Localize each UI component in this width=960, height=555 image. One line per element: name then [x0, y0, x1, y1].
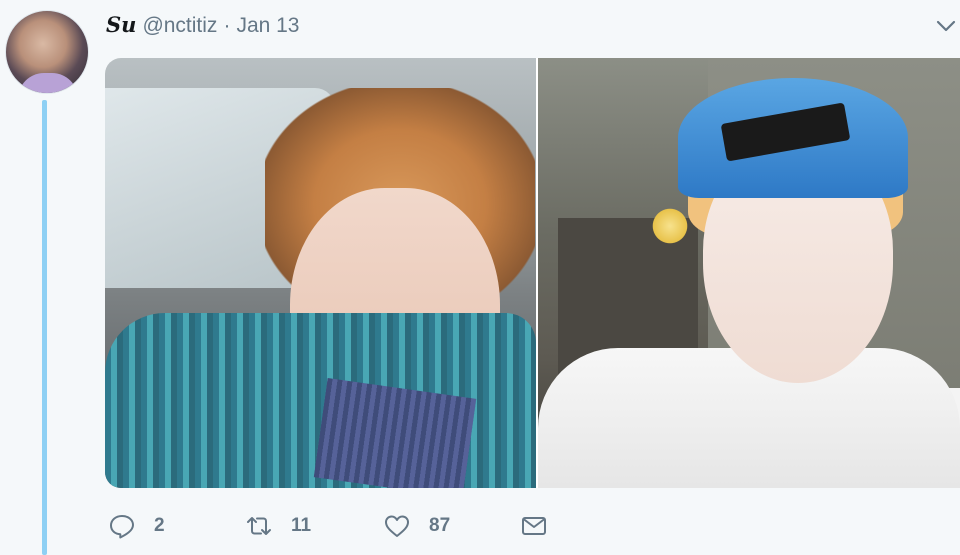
- retweet-button[interactable]: 11: [245, 512, 383, 540]
- tweet-header: Su @nctitiz · Jan 13: [106, 12, 300, 38]
- media-grid[interactable]: [105, 58, 960, 488]
- timestamp[interactable]: Jan 13: [236, 14, 299, 38]
- retweet-count: 11: [291, 515, 312, 536]
- direct-message-button[interactable]: [520, 512, 548, 540]
- reply-icon: [110, 515, 134, 539]
- thread-line: [42, 100, 47, 555]
- avatar[interactable]: [5, 10, 89, 94]
- photo-left[interactable]: [105, 58, 536, 488]
- reply-button[interactable]: 2: [108, 512, 245, 540]
- like-button[interactable]: 87: [383, 512, 520, 540]
- tweet: Su @nctitiz · Jan 13 2 11 87: [0, 0, 960, 555]
- like-count: 87: [429, 515, 451, 536]
- chevron-down-icon[interactable]: [934, 14, 958, 38]
- avatar-shirt-shape: [18, 73, 78, 93]
- reply-count: 2: [154, 515, 165, 536]
- photo-right-shirt: [538, 348, 960, 488]
- envelope-icon: [522, 517, 546, 535]
- separator: ·: [223, 14, 231, 37]
- handle[interactable]: @nctitiz: [142, 14, 217, 38]
- tweet-actions: 2 11 87: [108, 510, 548, 542]
- photo-right[interactable]: [538, 58, 960, 488]
- display-name[interactable]: Su: [106, 12, 136, 37]
- photo-left-cuff: [313, 378, 477, 488]
- flower-icon: [650, 206, 690, 246]
- retweet-icon: [247, 517, 271, 535]
- heart-icon: [385, 515, 409, 537]
